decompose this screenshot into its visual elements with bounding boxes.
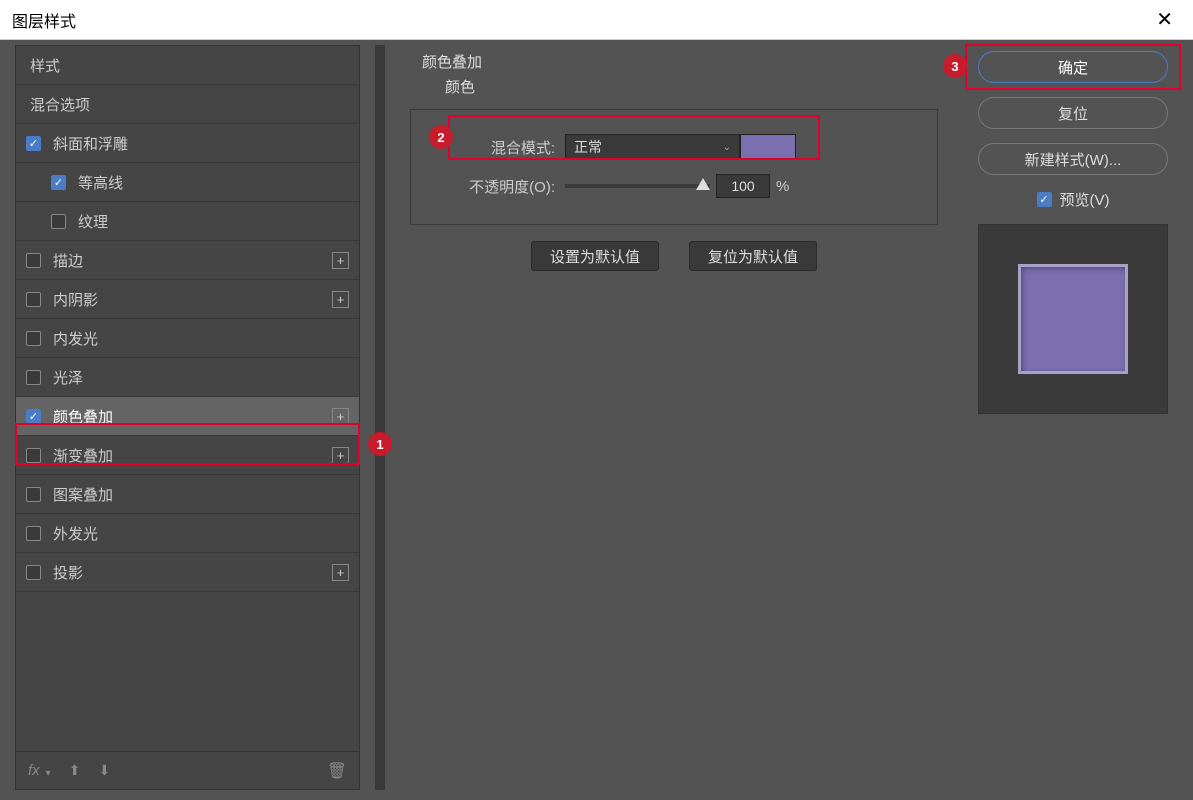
style-item-label: 斜面和浮雕 [53,133,128,154]
blend-options-label: 混合选项 [30,94,90,115]
close-icon[interactable]: ✕ [1148,3,1181,36]
preview-checkbox[interactable] [1037,192,1052,207]
style-item-stroke[interactable]: 描边 + [16,241,359,280]
opacity-suffix: % [776,178,789,195]
style-item-contour[interactable]: 等高线 [16,163,359,202]
blend-mode-select[interactable]: 正常 ⌄ [565,134,740,160]
checkbox-icon[interactable] [26,526,41,541]
style-item-label: 描边 [53,250,83,271]
sidebar-footer: fx ▾ ⬆ ⬇ 🗑 [16,751,359,789]
checkbox-icon[interactable] [26,253,41,268]
plus-icon[interactable]: + [332,564,349,581]
slider-thumb-icon[interactable] [696,178,710,190]
window-title: 图层样式 [12,8,76,32]
style-item-texture[interactable]: 纹理 [16,202,359,241]
checkbox-icon[interactable] [26,565,41,580]
annotation-badge-2: 2 [429,125,453,149]
layer-style-dialog: 图层样式 ✕ 样式 混合选项 斜面和浮雕 等高线 [0,0,1193,800]
style-list: 样式 混合选项 斜面和浮雕 等高线 纹理 [15,45,360,790]
section-title: 颜色叠加 [422,51,948,72]
style-item-bevel[interactable]: 斜面和浮雕 [16,124,359,163]
blend-mode-value: 正常 [574,137,602,157]
checkbox-icon[interactable] [26,136,41,151]
chevron-down-icon: ⌄ [723,142,731,153]
right-panel: 3 确定 复位 新建样式(W)... 预览(V) [963,45,1183,790]
style-item-label: 等高线 [78,172,123,193]
opacity-label: 不透明度(O): [467,176,555,197]
overlay-color-swatch[interactable] [740,134,796,160]
sidebar-scrollbar[interactable] [375,45,385,790]
style-item-color-overlay[interactable]: 颜色叠加 + [16,397,359,436]
blend-mode-row: 混合模式: 正常 ⌄ [467,134,917,160]
preview-thumbnail [978,224,1168,414]
new-style-button[interactable]: 新建样式(W)... [978,143,1168,175]
arrow-down-icon[interactable]: ⬇ [98,762,110,779]
style-item-label: 纹理 [78,211,108,232]
plus-icon[interactable]: + [332,291,349,308]
content-area: 样式 混合选项 斜面和浮雕 等高线 纹理 [0,40,1193,800]
style-item-label: 外发光 [53,523,98,544]
checkbox-icon[interactable] [26,448,41,463]
styles-header[interactable]: 样式 [16,46,359,85]
style-item-pattern-overlay[interactable]: 图案叠加 [16,475,359,514]
preview-label: 预览(V) [1060,189,1110,210]
checkbox-icon[interactable] [26,292,41,307]
trash-icon[interactable]: 🗑 [327,761,347,781]
reset-button[interactable]: 复位 [978,97,1168,129]
checkbox-icon[interactable] [26,331,41,346]
style-item-label: 投影 [53,562,83,583]
style-item-label: 光泽 [53,367,83,388]
styles-header-label: 样式 [30,55,60,76]
style-item-inner-shadow[interactable]: 内阴影 + [16,280,359,319]
fx-label[interactable]: fx [28,762,40,779]
titlebar: 图层样式 ✕ [0,0,1193,40]
checkbox-icon[interactable] [26,370,41,385]
plus-icon[interactable]: + [332,252,349,269]
style-item-label: 内阴影 [53,289,98,310]
style-item-satin[interactable]: 光泽 [16,358,359,397]
opacity-row: 不透明度(O): % [467,174,917,198]
opacity-input[interactable] [716,174,770,198]
style-item-label: 渐变叠加 [53,445,113,466]
opacity-slider[interactable] [565,184,710,188]
checkbox-icon[interactable] [51,175,66,190]
styles-sidebar: 样式 混合选项 斜面和浮雕 等高线 纹理 [15,45,360,790]
reset-default-button[interactable]: 复位为默认值 [689,241,817,271]
settings-panel: 颜色叠加 颜色 混合模式: 正常 ⌄ 不透明度(O): [400,45,948,790]
blend-mode-label: 混合模式: [467,137,555,158]
plus-icon[interactable]: + [332,408,349,425]
style-item-label: 颜色叠加 [53,406,113,427]
style-item-label: 图案叠加 [53,484,113,505]
style-item-gradient-overlay[interactable]: 渐变叠加 + [16,436,359,475]
style-item-inner-glow[interactable]: 内发光 [16,319,359,358]
checkbox-icon[interactable] [51,214,66,229]
checkbox-icon[interactable] [26,487,41,502]
arrow-up-icon[interactable]: ⬆ [69,762,81,779]
style-item-label: 内发光 [53,328,98,349]
settings-group: 混合模式: 正常 ⌄ 不透明度(O): % 2 [410,109,938,225]
set-default-button[interactable]: 设置为默认值 [531,241,659,271]
preview-inner-swatch [1018,264,1128,374]
default-buttons-row: 设置为默认值 复位为默认值 [400,241,948,271]
checkbox-icon[interactable] [26,409,41,424]
sub-title: 颜色 [445,76,948,97]
blend-options-header[interactable]: 混合选项 [16,85,359,124]
style-item-outer-glow[interactable]: 外发光 [16,514,359,553]
preview-toggle-row: 预览(V) [1037,189,1110,210]
plus-icon[interactable]: + [332,447,349,464]
style-item-drop-shadow[interactable]: 投影 + [16,553,359,592]
ok-button[interactable]: 确定 [978,51,1168,83]
